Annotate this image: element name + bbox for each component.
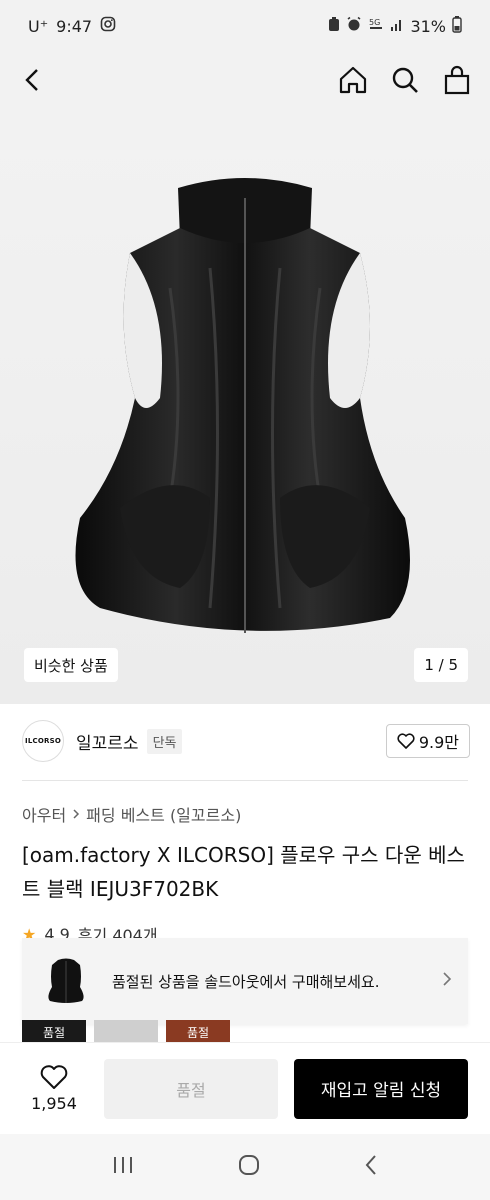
status-bar: U⁺ 9:47 5G 31% [0,0,490,52]
shopping-bag-icon [444,65,470,95]
option-thumbnail[interactable]: 품절 [22,1020,86,1042]
battery-percent: 31% [410,16,446,36]
home-system-button[interactable] [237,1153,261,1181]
thumb-label: 품절 [42,1026,66,1040]
brand-name[interactable]: 일꼬르소 [76,729,139,754]
top-navigation [0,52,490,108]
option-thumbnails: 품절 품절 [22,1020,230,1042]
thumb-label: 품절 [186,1026,210,1040]
search-button[interactable] [390,65,420,95]
option-thumbnail[interactable] [94,1020,158,1042]
banner-text: 품절된 상품을 솔드아웃에서 구매해보세요. [112,972,380,991]
breadcrumb-subcategory[interactable]: 패딩 베스트 (일꼬르소) [86,802,241,826]
recent-apps-button[interactable] [111,1155,135,1179]
exclusive-badge: 단독 [146,728,183,754]
brand-like-button[interactable]: 9.9만 [385,724,470,758]
chevron-right-icon [442,971,452,991]
home-circle-icon [239,1155,259,1175]
brand-row: ILCORSO 일꼬르소 단독 9.9만 [22,716,470,766]
image-pager[interactable]: 1 / 5 [414,648,468,682]
chevron-left-icon [25,69,38,91]
battery-icon [452,15,462,37]
battery-saver-icon [328,16,340,36]
breadcrumb: 아우터 패딩 베스트 (일꼬르소) [22,802,241,826]
restock-label: 재입고 알림 신청 [320,1081,442,1101]
heart-icon [40,1065,68,1089]
search-icon [392,67,418,93]
back-button[interactable] [18,65,48,95]
system-navigation-bar [0,1134,490,1200]
brand-logo-text: ILCORSO [25,737,61,745]
system-back-button[interactable] [363,1153,379,1181]
wishlist-button[interactable]: 1,954 [18,1064,90,1113]
cart-button[interactable] [442,65,472,95]
breadcrumb-category[interactable]: 아우터 [22,802,66,826]
restock-alert-button[interactable]: 재입고 알림 신청 [294,1058,468,1119]
chevron-right-icon [73,809,80,819]
product-image-carousel[interactable]: 비슷한 상품 1 / 5 [0,108,490,704]
soldout-market-banner[interactable]: 품절된 상품을 솔드아웃에서 구매해보세요. [22,938,468,1024]
svg-text:5G: 5G [369,18,380,27]
brand-logo[interactable]: ILCORSO [22,720,64,762]
home-icon [339,66,367,94]
similar-products-label: 비슷한 상품 [34,656,108,675]
instagram-icon [100,16,116,36]
clock: 9:47 [56,16,93,36]
soldout-label: 품절 [176,1080,206,1100]
bottom-action-bar: 1,954 품절 재입고 알림 신청 [0,1042,490,1134]
brand-like-count: 9.9만 [418,733,459,752]
option-thumbnail[interactable]: 품절 [166,1020,230,1042]
divider [22,780,468,781]
carrier-label: U⁺ [28,16,49,36]
product-vest-image [75,178,410,633]
home-button[interactable] [338,65,368,95]
recent-apps-icon [114,1157,132,1173]
banner-thumbnail [38,951,94,1011]
signal-icon [390,16,404,36]
vest-thumbnail-image [48,958,84,1003]
soldout-button: 품절 [104,1058,278,1119]
back-arrow-icon [365,1155,376,1175]
network-5g-icon: 5G [368,16,384,36]
product-title: [oam.factory X ILCORSO] 플로우 구스 다운 베스트 블랙… [22,843,465,901]
heart-icon [397,733,415,749]
wishlist-count: 1,954 [31,1094,77,1113]
alarm-icon [346,16,362,36]
similar-products-button[interactable]: 비슷한 상품 [24,648,118,682]
pager-label: 1 / 5 [424,656,458,674]
